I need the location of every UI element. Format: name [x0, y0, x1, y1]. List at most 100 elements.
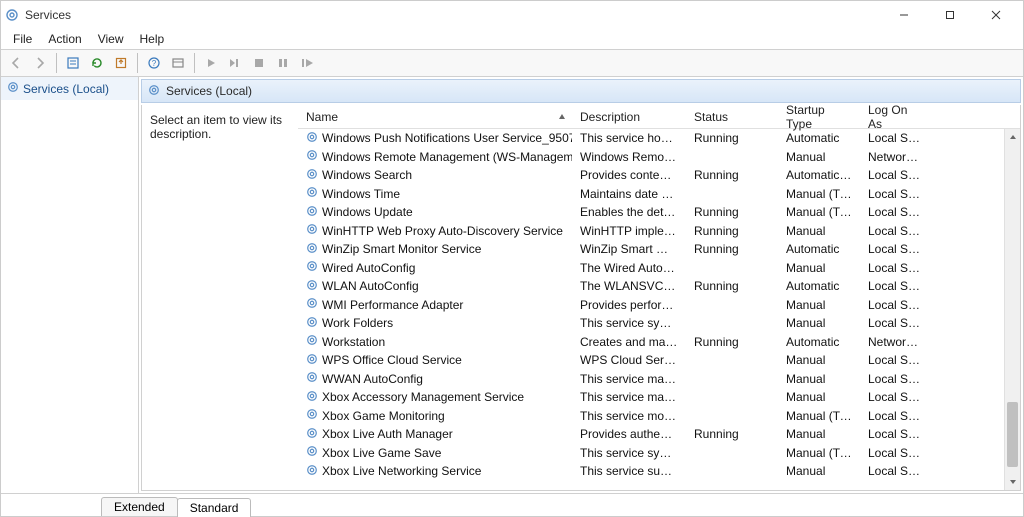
service-row[interactable]: WLAN AutoConfigThe WLANSVC se...RunningA… [298, 277, 1020, 296]
tab-standard[interactable]: Standard [177, 498, 252, 517]
view-button[interactable] [167, 52, 189, 74]
cell-name: Xbox Accessory Management Service [298, 390, 572, 405]
vertical-scrollbar[interactable] [1004, 129, 1020, 490]
panel-header-title: Services (Local) [166, 84, 252, 98]
gear-icon [306, 316, 318, 331]
cell-startup: Automatic [778, 131, 860, 145]
cell-status: Running [686, 224, 778, 238]
menu-view[interactable]: View [90, 30, 132, 48]
gear-icon [306, 334, 318, 349]
services-list: Name Description Status Startup Type Log… [298, 105, 1020, 490]
tree-item-services-local[interactable]: Services (Local) [1, 77, 138, 100]
column-header-description[interactable]: Description [572, 105, 686, 128]
service-row[interactable]: WWAN AutoConfigThis service mana...Manua… [298, 370, 1020, 389]
refresh-button[interactable] [86, 52, 108, 74]
service-row[interactable]: WPS Office Cloud ServiceWPS Cloud Servic… [298, 351, 1020, 370]
service-row[interactable]: Windows SearchProvides content ...Runnin… [298, 166, 1020, 185]
scroll-down-icon[interactable] [1005, 474, 1020, 490]
service-name: WPS Office Cloud Service [322, 353, 462, 367]
service-name: WMI Performance Adapter [322, 298, 463, 312]
toolbar-separator [56, 53, 57, 73]
close-button[interactable] [973, 1, 1019, 29]
cell-description: The Wired AutoC... [572, 261, 686, 275]
service-row[interactable]: Xbox Live Auth Manager Provides authenti.… [298, 425, 1020, 444]
cell-description: Creates and main... [572, 335, 686, 349]
service-row[interactable]: WinZip Smart Monitor ServiceWinZip Smart… [298, 240, 1020, 259]
service-rows: Windows Push Notifications User Service_… [298, 129, 1020, 490]
minimize-button[interactable] [881, 1, 927, 29]
description-prompt: Select an item to view its description. [150, 113, 282, 141]
menu-bar: File Action View Help [1, 29, 1023, 49]
window-controls [881, 1, 1019, 29]
sort-asc-icon [558, 110, 566, 124]
toolbar: ? [1, 49, 1023, 77]
service-name: Xbox Accessory Management Service [322, 390, 524, 404]
cell-startup: Manual (Tri... [778, 205, 860, 219]
gear-icon [306, 223, 318, 238]
service-row[interactable]: Xbox Live Networking ServiceThis service… [298, 462, 1020, 481]
menu-help[interactable]: Help [132, 30, 173, 48]
column-header-status[interactable]: Status [686, 105, 778, 128]
menu-file[interactable]: File [5, 30, 40, 48]
title-bar: Services [1, 1, 1023, 29]
cell-name: Xbox Live Networking Service [298, 464, 572, 479]
service-row[interactable]: Windows Remote Management (WS-Managem...… [298, 148, 1020, 167]
service-row[interactable]: Work FoldersThis service syncs...ManualL… [298, 314, 1020, 333]
cell-status: Running [686, 205, 778, 219]
tab-extended[interactable]: Extended [101, 497, 178, 516]
service-name: Xbox Live Auth Manager [322, 427, 453, 441]
service-row[interactable]: Wired AutoConfigThe Wired AutoC...Manual… [298, 259, 1020, 278]
service-name: Windows Time [322, 187, 400, 201]
cell-description: The WLANSVC se... [572, 279, 686, 293]
service-row[interactable]: Xbox Game MonitoringThis service moni...… [298, 407, 1020, 426]
gear-icon [306, 464, 318, 479]
export-button[interactable] [110, 52, 132, 74]
service-row[interactable]: Windows Push Notifications User Service_… [298, 129, 1020, 148]
scrollbar-thumb[interactable] [1007, 402, 1018, 468]
properties-button[interactable] [62, 52, 84, 74]
cell-startup: Automatic [778, 279, 860, 293]
service-row[interactable]: WMI Performance AdapterProvides perform.… [298, 296, 1020, 315]
body-split: Services (Local) Services (Local) Select… [1, 77, 1023, 494]
cell-logon: Local Syst... [860, 242, 932, 256]
cell-description: Maintains date a... [572, 187, 686, 201]
stop-button[interactable] [248, 52, 270, 74]
stop-after-button[interactable] [224, 52, 246, 74]
gear-icon [306, 445, 318, 460]
back-button[interactable] [5, 52, 27, 74]
column-header-name[interactable]: Name [298, 105, 572, 128]
pause-button[interactable] [272, 52, 294, 74]
maximize-button[interactable] [927, 1, 973, 29]
cell-logon: Local Syst... [860, 446, 932, 460]
restart-button[interactable] [296, 52, 318, 74]
service-row[interactable]: WinHTTP Web Proxy Auto-Discovery Service… [298, 222, 1020, 241]
menu-action[interactable]: Action [40, 30, 89, 48]
cell-startup: Manual [778, 224, 860, 238]
service-row[interactable]: Xbox Accessory Management ServiceThis se… [298, 388, 1020, 407]
cell-startup: Manual (Tri... [778, 446, 860, 460]
cell-logon: Local Syst... [860, 261, 932, 275]
column-headers: Name Description Status Startup Type Log… [298, 105, 1020, 129]
service-name: WLAN AutoConfig [322, 279, 419, 293]
scroll-up-icon[interactable] [1005, 129, 1020, 145]
service-row[interactable]: Windows TimeMaintains date a...Manual (T… [298, 185, 1020, 204]
cell-logon: Local Syst... [860, 353, 932, 367]
column-header-startup[interactable]: Startup Type [778, 105, 860, 128]
service-name: Wired AutoConfig [322, 261, 415, 275]
gear-icon [306, 186, 318, 201]
forward-button[interactable] [29, 52, 51, 74]
scrollbar-track[interactable] [1005, 145, 1020, 474]
help-button[interactable]: ? [143, 52, 165, 74]
cell-name: WMI Performance Adapter [298, 297, 572, 312]
service-row[interactable]: Windows UpdateEnables the detec...Runnin… [298, 203, 1020, 222]
service-row[interactable]: Xbox Live Game SaveThis service syncs...… [298, 444, 1020, 463]
description-pane: Select an item to view its description. [142, 105, 298, 490]
service-row[interactable]: WorkstationCreates and main...RunningAut… [298, 333, 1020, 352]
start-button[interactable] [200, 52, 222, 74]
cell-description: This service supp... [572, 464, 686, 478]
cell-name: WWAN AutoConfig [298, 371, 572, 386]
cell-logon: Local Syst... [860, 205, 932, 219]
cell-description: Provides authenti... [572, 427, 686, 441]
column-header-logon[interactable]: Log On As [860, 105, 932, 128]
service-name: WinZip Smart Monitor Service [322, 242, 481, 256]
